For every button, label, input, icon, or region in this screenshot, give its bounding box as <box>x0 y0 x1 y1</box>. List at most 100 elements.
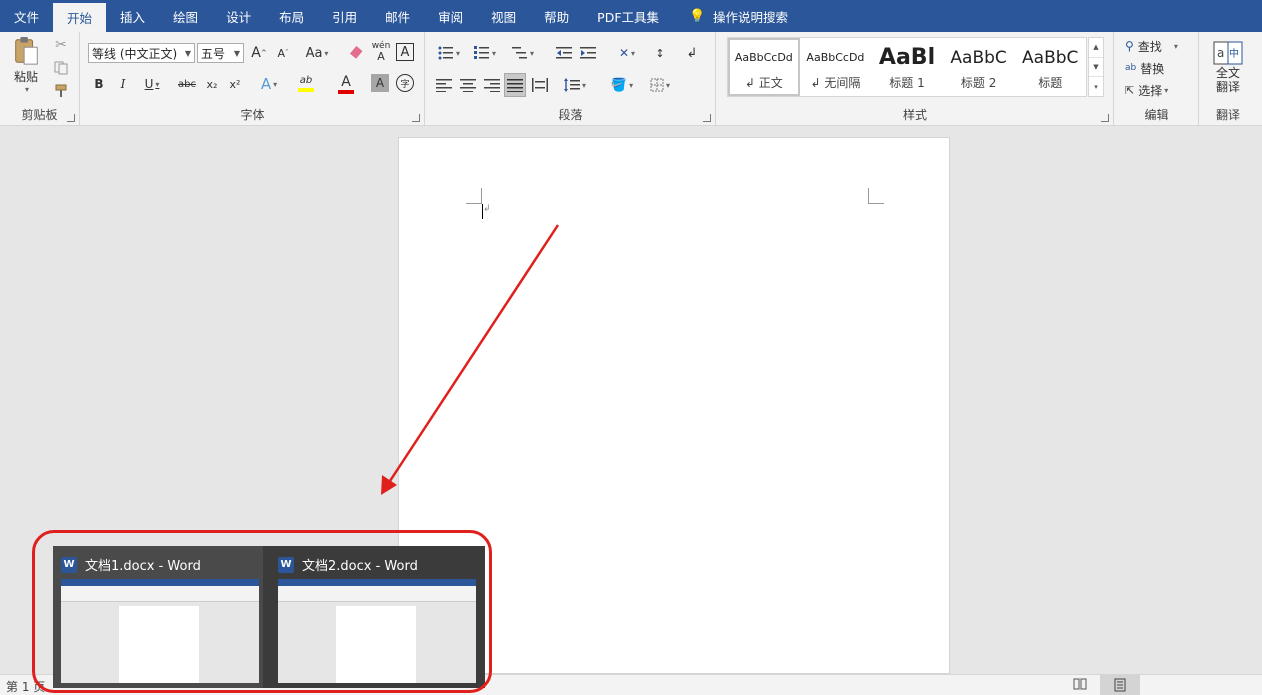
phonetic-guide-button[interactable]: wén A <box>371 41 391 63</box>
full-text-translate-button[interactable]: a中 全文 翻译 <box>1206 37 1250 99</box>
show-formatting-button[interactable]: ↲ <box>682 43 702 63</box>
character-shading-button[interactable]: A <box>371 74 389 92</box>
font-color-icon: A <box>341 73 351 90</box>
line-spacing-icon <box>563 78 580 92</box>
superscript-icon: x² <box>229 77 241 91</box>
print-layout-button[interactable] <box>1100 675 1140 695</box>
tell-me-search[interactable]: 💡 操作说明搜索 <box>675 0 802 32</box>
chevron-down-icon: ▾ <box>1173 41 1178 51</box>
bold-icon: B <box>94 77 104 91</box>
bullets-button[interactable]: ▾ <box>434 43 464 63</box>
grow-font-button[interactable]: A ^ <box>249 43 269 63</box>
chevron-down-icon: ▾ <box>324 48 329 58</box>
thumbnail-document-2[interactable]: W 文档2.docx - Word <box>270 546 480 688</box>
copy-button[interactable] <box>52 59 70 77</box>
thumbnail-document-1[interactable]: W 文档1.docx - Word <box>53 546 263 688</box>
bold-button[interactable]: B <box>89 74 109 94</box>
character-border-button[interactable]: A <box>396 43 414 61</box>
tab-draw[interactable]: 绘图 <box>159 0 212 32</box>
font-size-combobox[interactable]: 五号 ▼ <box>197 43 244 63</box>
italic-button[interactable]: I <box>113 74 133 94</box>
gallery-down-button[interactable]: ▼ <box>1089 58 1103 78</box>
tab-help[interactable]: 帮助 <box>530 0 583 32</box>
replace-button[interactable]: ab 替换 <box>1125 59 1164 77</box>
paragraph-mark-icon: ↲ <box>686 45 698 61</box>
strikethrough-button[interactable]: abc <box>175 74 199 94</box>
replace-icon: ab <box>1125 63 1137 73</box>
subscript-button[interactable]: x₂ <box>202 74 222 94</box>
tab-insert[interactable]: 插入 <box>106 0 159 32</box>
paragraph-dialog-launcher[interactable] <box>703 114 711 122</box>
select-button[interactable]: ⇱ 选择 ▾ <box>1125 81 1168 99</box>
tab-view[interactable]: 视图 <box>477 0 530 32</box>
tell-me-label: 操作说明搜索 <box>713 9 789 25</box>
enclose-characters-button[interactable]: 字 <box>396 74 414 92</box>
multilevel-list-icon <box>511 47 527 59</box>
styles-dialog-launcher[interactable] <box>1101 114 1109 122</box>
font-name-combobox[interactable]: 等线 (中文正文) ▼ <box>88 43 195 63</box>
thumbnail-title-text: 文档1.docx - Word <box>85 559 201 574</box>
replace-label: 替换 <box>1140 61 1165 76</box>
style-title[interactable]: AaBbC 标题 <box>1014 38 1086 96</box>
chevron-down-icon: ▼ <box>233 48 240 58</box>
style-heading-2-label: 标题 2 <box>960 75 997 90</box>
style-no-spacing[interactable]: AaBbCcDd ↲ 无间隔 <box>800 38 872 96</box>
tab-design[interactable]: 设计 <box>212 0 265 32</box>
clipboard-group: 粘贴 ▾ ✂ 剪贴板 <box>0 32 80 126</box>
clear-formatting-button[interactable] <box>347 43 367 63</box>
cut-button[interactable]: ✂ <box>52 36 70 54</box>
increase-indent-button[interactable] <box>578 43 598 63</box>
ribbon: 粘贴 ▾ ✂ 剪贴板 等线 (中文正文) ▼ 五号 ▼ A ^ Aˇ Aa ▾ wé… <box>0 32 1262 126</box>
clipboard-icon <box>15 36 38 65</box>
distributed-button[interactable] <box>530 75 550 95</box>
underline-button[interactable]: U ▾ <box>137 74 167 94</box>
superscript-button[interactable]: x² <box>225 74 245 94</box>
tab-layout[interactable]: 布局 <box>265 0 318 32</box>
text-effects-button[interactable]: A ▾ <box>253 74 285 94</box>
clipboard-dialog-launcher[interactable] <box>67 114 75 122</box>
font-color-bar <box>338 89 354 94</box>
tab-file[interactable]: 文件 <box>0 0 53 32</box>
font-dialog-launcher[interactable] <box>412 114 420 122</box>
line-spacing-button[interactable]: ▾ <box>560 75 590 95</box>
paragraph-mark: ↲ <box>483 204 491 214</box>
shrink-font-button[interactable]: Aˇ <box>273 43 293 63</box>
chevron-down-icon: ▾ <box>455 48 460 58</box>
read-mode-button[interactable] <box>1073 677 1087 694</box>
tab-mailings[interactable]: 邮件 <box>371 0 424 32</box>
tab-home[interactable]: 开始 <box>53 3 107 32</box>
thumbnail-preview <box>278 579 476 683</box>
style-heading-1[interactable]: AaBl 标题 1 <box>871 38 943 96</box>
sort-button[interactable]: ↕ <box>650 43 670 63</box>
multilevel-list-button[interactable]: ▾ <box>508 43 538 63</box>
justify-button[interactable] <box>504 73 526 97</box>
gallery-more-button[interactable]: ▾ <box>1089 77 1103 96</box>
editing-group: ⚲ 查找 ▾ ab 替换 ⇱ 选择 ▾ 编辑 <box>1115 32 1199 126</box>
decrease-indent-icon <box>556 47 572 59</box>
tab-pdf-tools[interactable]: PDF工具集 <box>583 0 673 32</box>
subscript-icon: x₂ <box>206 77 218 91</box>
format-painter-button[interactable] <box>52 82 70 100</box>
chinese-layout-button[interactable]: ✕ ▾ <box>612 43 642 63</box>
highlight-button[interactable]: ab <box>289 72 323 96</box>
change-case-button[interactable]: Aa ▾ <box>301 43 333 63</box>
gallery-up-button[interactable]: ▲ <box>1089 38 1103 58</box>
styles-group-label: 样式 <box>902 108 927 122</box>
align-center-button[interactable] <box>458 75 478 95</box>
style-normal[interactable]: AaBbCcDd ↲ 正文 <box>728 38 800 96</box>
tab-references[interactable]: 引用 <box>318 0 371 32</box>
align-right-button[interactable] <box>482 75 502 95</box>
editing-group-label: 编辑 <box>1144 108 1169 122</box>
paint-bucket-icon: 🪣 <box>610 77 628 93</box>
tab-review[interactable]: 审阅 <box>424 0 477 32</box>
find-button[interactable]: ⚲ 查找 ▾ <box>1125 37 1178 55</box>
align-left-button[interactable] <box>434 75 454 95</box>
paste-button[interactable]: 粘贴 ▾ <box>6 36 46 94</box>
page-number-status[interactable]: 第 1 页 <box>6 678 45 695</box>
paragraph-shading-button[interactable]: 🪣 ▾ <box>606 75 638 95</box>
numbering-button[interactable]: ▾ <box>470 43 500 63</box>
font-color-button[interactable]: A <box>329 72 363 96</box>
decrease-indent-button[interactable] <box>554 43 574 63</box>
style-heading-2[interactable]: AaBbC 标题 2 <box>943 38 1015 96</box>
borders-button[interactable]: ▾ <box>644 75 676 95</box>
